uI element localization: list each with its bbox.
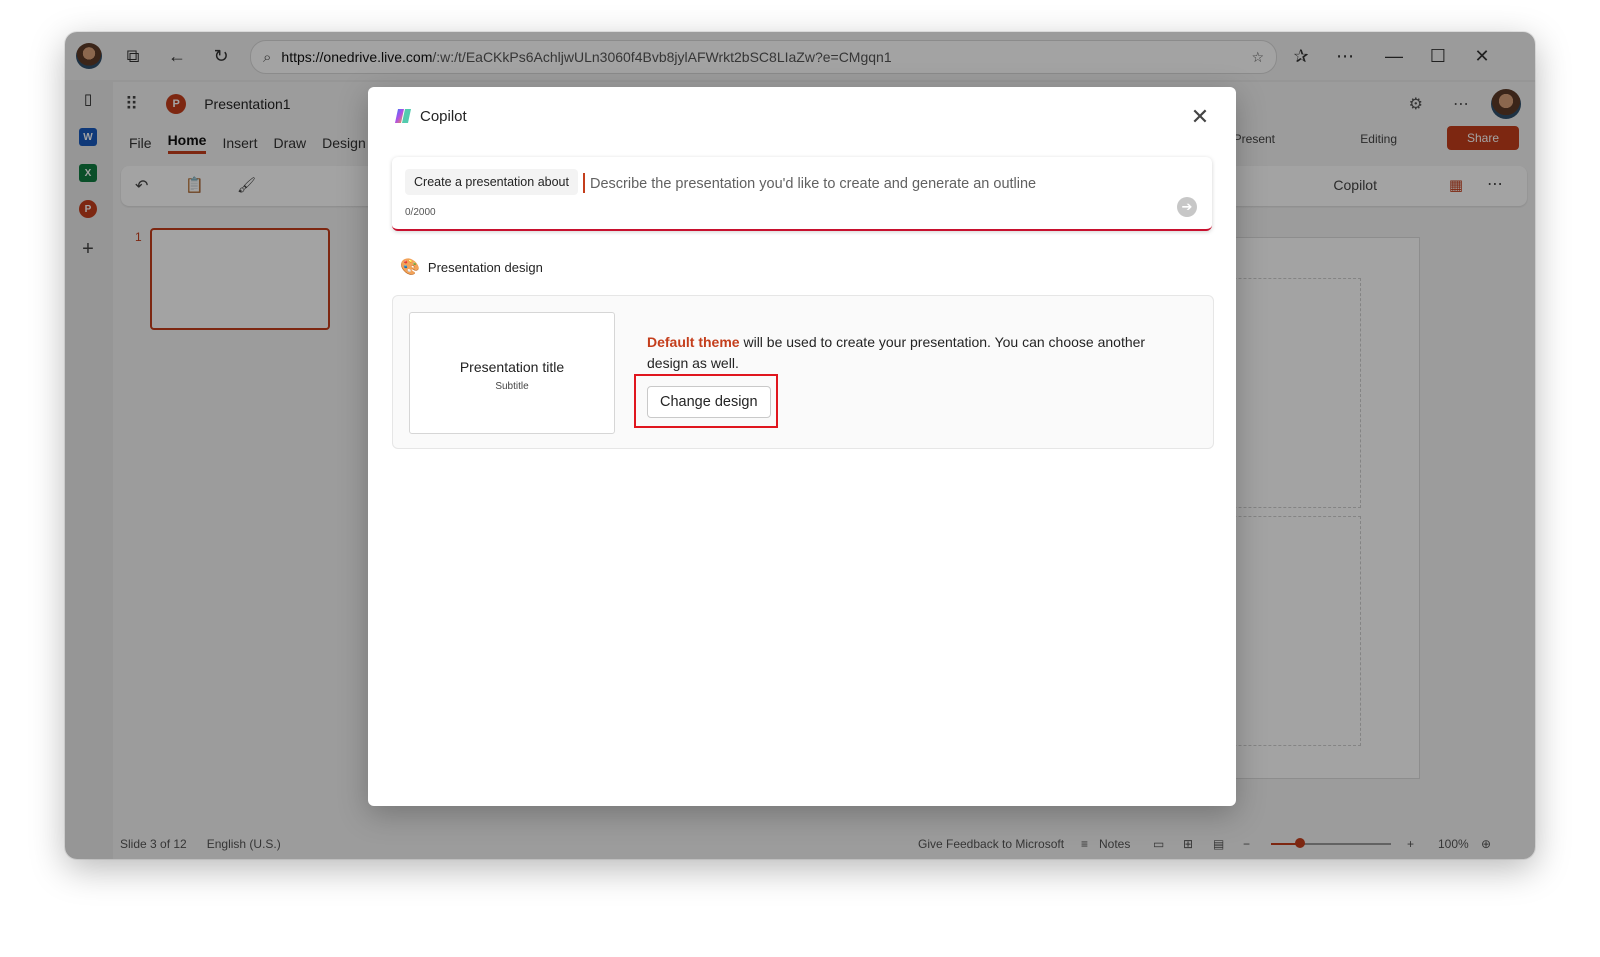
preview-subtitle: Subtitle — [495, 381, 529, 392]
text-caret — [583, 173, 585, 193]
theme-preview[interactable]: Presentation title Subtitle — [409, 312, 615, 434]
prompt-chip[interactable]: Create a presentation about — [405, 169, 578, 195]
palette-icon: 🎨 — [400, 259, 420, 276]
close-icon[interactable]: ✕ — [1186, 103, 1214, 131]
send-arrow-icon[interactable]: ➔ — [1177, 197, 1197, 217]
design-section-header: 🎨 Presentation design — [400, 257, 543, 277]
design-card: Presentation title Subtitle Default them… — [392, 295, 1214, 449]
prompt-input[interactable] — [588, 170, 1172, 198]
preview-title: Presentation title — [459, 359, 565, 375]
prompt-box[interactable]: Create a presentation about 0/2000 ➔ — [392, 157, 1212, 231]
design-section-label: Presentation design — [427, 259, 543, 275]
copilot-logo-icon — [395, 109, 411, 123]
copilot-dialog: Copilot ✕ Create a presentation about 0/… — [368, 87, 1236, 806]
highlight-box — [634, 374, 778, 428]
character-counter: 0/2000 — [405, 207, 436, 218]
dialog-title: Copilot — [420, 107, 467, 125]
theme-description: Default theme will be used to create you… — [647, 332, 1167, 374]
default-theme-label: Default theme — [647, 334, 740, 350]
dialog-header: Copilot — [394, 107, 467, 125]
